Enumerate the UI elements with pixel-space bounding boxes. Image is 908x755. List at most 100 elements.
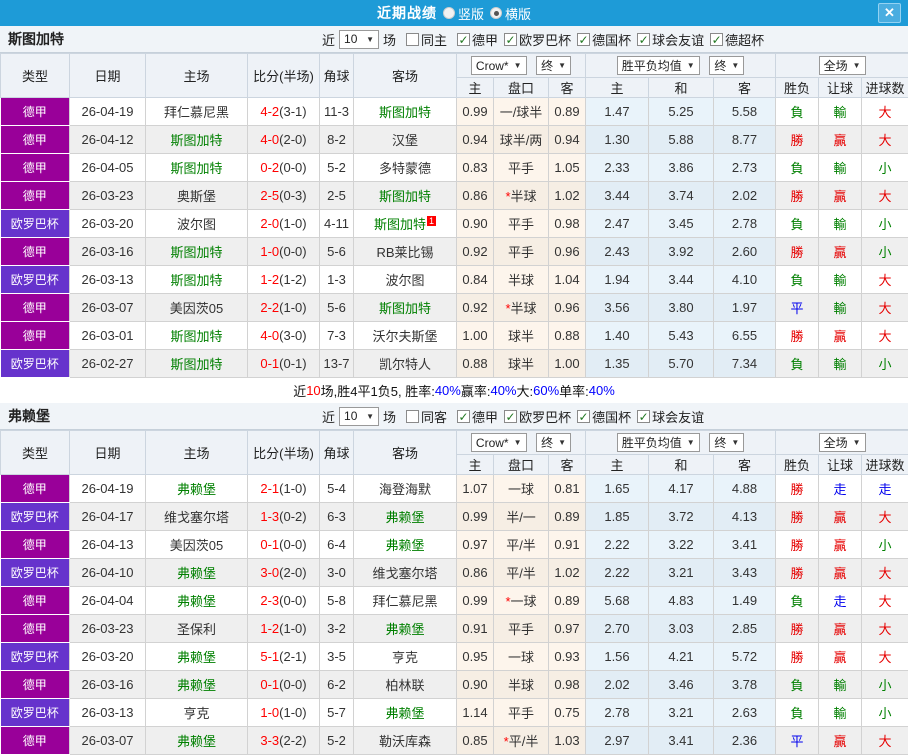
league-label: 欧罗巴杯: [519, 30, 571, 49]
league-filter[interactable]: ✓德国杯: [577, 407, 631, 426]
radio-unchecked-icon[interactable]: [443, 7, 455, 19]
score-cell: 1-0(0-0): [248, 238, 320, 266]
league-filter[interactable]: ✓德超杯: [710, 30, 764, 49]
date-cell: 26-03-23: [70, 182, 146, 210]
avg-home-cell: 1.35: [586, 350, 649, 378]
away-odds-cell: 0.93: [549, 643, 586, 671]
same-venue-filter[interactable]: ✓ 同主: [406, 30, 447, 49]
match-row: 德甲26-03-23圣保利1-2(1-0)3-2弗赖堡0.91平手0.972.7…: [1, 615, 908, 643]
league-cell: 德甲: [1, 294, 70, 322]
avg-stage-select[interactable]: 终▼: [709, 56, 744, 75]
league-cell: 欧罗巴杯: [1, 210, 70, 238]
halftime-score: (1-0): [279, 216, 306, 231]
same-venue-checkbox[interactable]: ✓: [406, 410, 419, 423]
league-checkbox[interactable]: ✓: [577, 410, 590, 423]
avg-home-cell: 2.22: [586, 559, 649, 587]
league-cell: 德甲: [1, 98, 70, 126]
match-count-value: 10: [344, 32, 357, 46]
match-count-select[interactable]: 10 ▼: [339, 30, 379, 49]
summary-part: 40%: [490, 383, 516, 398]
layout-horizontal-option[interactable]: 横版: [490, 4, 531, 23]
match-row: 德甲26-04-19拜仁慕尼黑4-2(3-1)11-3斯图加特0.99一/球半0…: [1, 98, 908, 126]
full-match-select[interactable]: 全场▼: [819, 56, 866, 75]
league-checkbox[interactable]: ✓: [710, 33, 723, 46]
home-team-cell: 亨克: [146, 699, 248, 727]
result-cell: 勝: [776, 531, 819, 559]
result-cell: 勝: [776, 643, 819, 671]
close-button[interactable]: ✕: [878, 3, 901, 23]
handicap-cell: *半球: [494, 182, 549, 210]
avg-draw-cell: 3.22: [649, 531, 714, 559]
away-team-cell: 斯图加特: [354, 98, 457, 126]
league-checkbox[interactable]: ✓: [577, 33, 590, 46]
league-filter[interactable]: ✓球会友谊: [637, 30, 704, 49]
same-venue-checkbox[interactable]: ✓: [406, 33, 419, 46]
avg-away-cell: 2.85: [714, 615, 776, 643]
league-checkbox[interactable]: ✓: [637, 33, 650, 46]
away-odds-cell: 0.96: [549, 294, 586, 322]
handicap-result-cell: 輸: [819, 98, 862, 126]
sub-header-home-odds: 主: [457, 78, 494, 98]
odds-source-select[interactable]: Crow*▼: [471, 56, 527, 75]
full-match-select[interactable]: 全场▼: [819, 433, 866, 452]
league-filter[interactable]: ✓球会友谊: [637, 407, 704, 426]
avg-odds-select[interactable]: 胜平负均值▼: [617, 433, 700, 452]
summary-part: 60%: [533, 383, 559, 398]
league-checkbox[interactable]: ✓: [504, 410, 517, 423]
result-group-header: 全场▼: [776, 431, 908, 455]
dropdown-arrow-icon: ▼: [731, 438, 739, 447]
away-odds-cell: 1.02: [549, 559, 586, 587]
league-checkbox[interactable]: ✓: [457, 33, 470, 46]
layout-vertical-option[interactable]: 竖版: [443, 4, 484, 23]
dropdown-arrow-icon: ▼: [687, 61, 695, 70]
avg-odds-select[interactable]: 胜平负均值 ▼: [617, 56, 700, 75]
league-checkbox[interactable]: ✓: [504, 33, 517, 46]
handicap-result-cell: 贏: [819, 531, 862, 559]
avg-odds-value: 胜平负均值: [622, 57, 682, 74]
avg-stage-select[interactable]: 终▼: [709, 433, 744, 452]
away-team-cell: 汉堡: [354, 126, 457, 154]
fulltime-score: 0-1: [260, 356, 279, 371]
league-filter[interactable]: ✓德甲: [457, 30, 498, 49]
same-venue-filter[interactable]: ✓ 同客: [406, 407, 447, 426]
avg-away-cell: 2.36: [714, 727, 776, 755]
match-count-value: 10: [344, 409, 357, 423]
handicap-result-cell: 贏: [819, 727, 862, 755]
halftime-score: (2-0): [279, 132, 306, 147]
corner-cell: 7-3: [320, 322, 354, 350]
odds-stage-select[interactable]: 终▼: [536, 56, 571, 75]
away-odds-cell: 1.05: [549, 154, 586, 182]
match-row: 德甲26-03-16斯图加特1-0(0-0)5-6RB莱比锡0.92平手0.96…: [1, 238, 908, 266]
avg-away-cell: 2.02: [714, 182, 776, 210]
corner-cell: 11-3: [320, 98, 354, 126]
avg-away-cell: 8.77: [714, 126, 776, 154]
sub-header-handicap: 盘口: [494, 78, 549, 98]
odds-source-select[interactable]: Crow*▼: [471, 433, 527, 452]
goals-result-cell: 大: [862, 587, 908, 615]
date-cell: 26-04-05: [70, 154, 146, 182]
league-checkbox[interactable]: ✓: [457, 410, 470, 423]
avg-home-cell: 1.30: [586, 126, 649, 154]
avg-stage-value: 终: [714, 57, 726, 74]
league-filter[interactable]: ✓德甲: [457, 407, 498, 426]
league-filter[interactable]: ✓欧罗巴杯: [504, 30, 571, 49]
fulltime-score: 4-0: [260, 328, 279, 343]
home-odds-cell: 0.85: [457, 727, 494, 755]
league-filter[interactable]: ✓欧罗巴杯: [504, 407, 571, 426]
odds-stage-select[interactable]: 终▼: [536, 433, 571, 452]
result-cell: 勝: [776, 559, 819, 587]
league-label: 德国杯: [592, 407, 631, 426]
match-row: 德甲26-03-23奥斯堡2-5(0-3)2-5斯图加特0.86*半球1.023…: [1, 182, 908, 210]
summary-part: 赢率:: [461, 381, 491, 400]
score-cell: 2-2(1-0): [248, 294, 320, 322]
avg-draw-cell: 4.21: [649, 643, 714, 671]
radio-checked-icon[interactable]: [490, 7, 502, 19]
home-odds-cell: 0.91: [457, 615, 494, 643]
league-filter[interactable]: ✓德国杯: [577, 30, 631, 49]
team-name: 弗赖堡: [0, 406, 322, 426]
league-cell: 德甲: [1, 531, 70, 559]
match-count-select[interactable]: 10 ▼: [339, 407, 379, 426]
league-checkbox[interactable]: ✓: [637, 410, 650, 423]
halftime-score: (0-0): [279, 537, 306, 552]
away-odds-cell: 0.89: [549, 98, 586, 126]
